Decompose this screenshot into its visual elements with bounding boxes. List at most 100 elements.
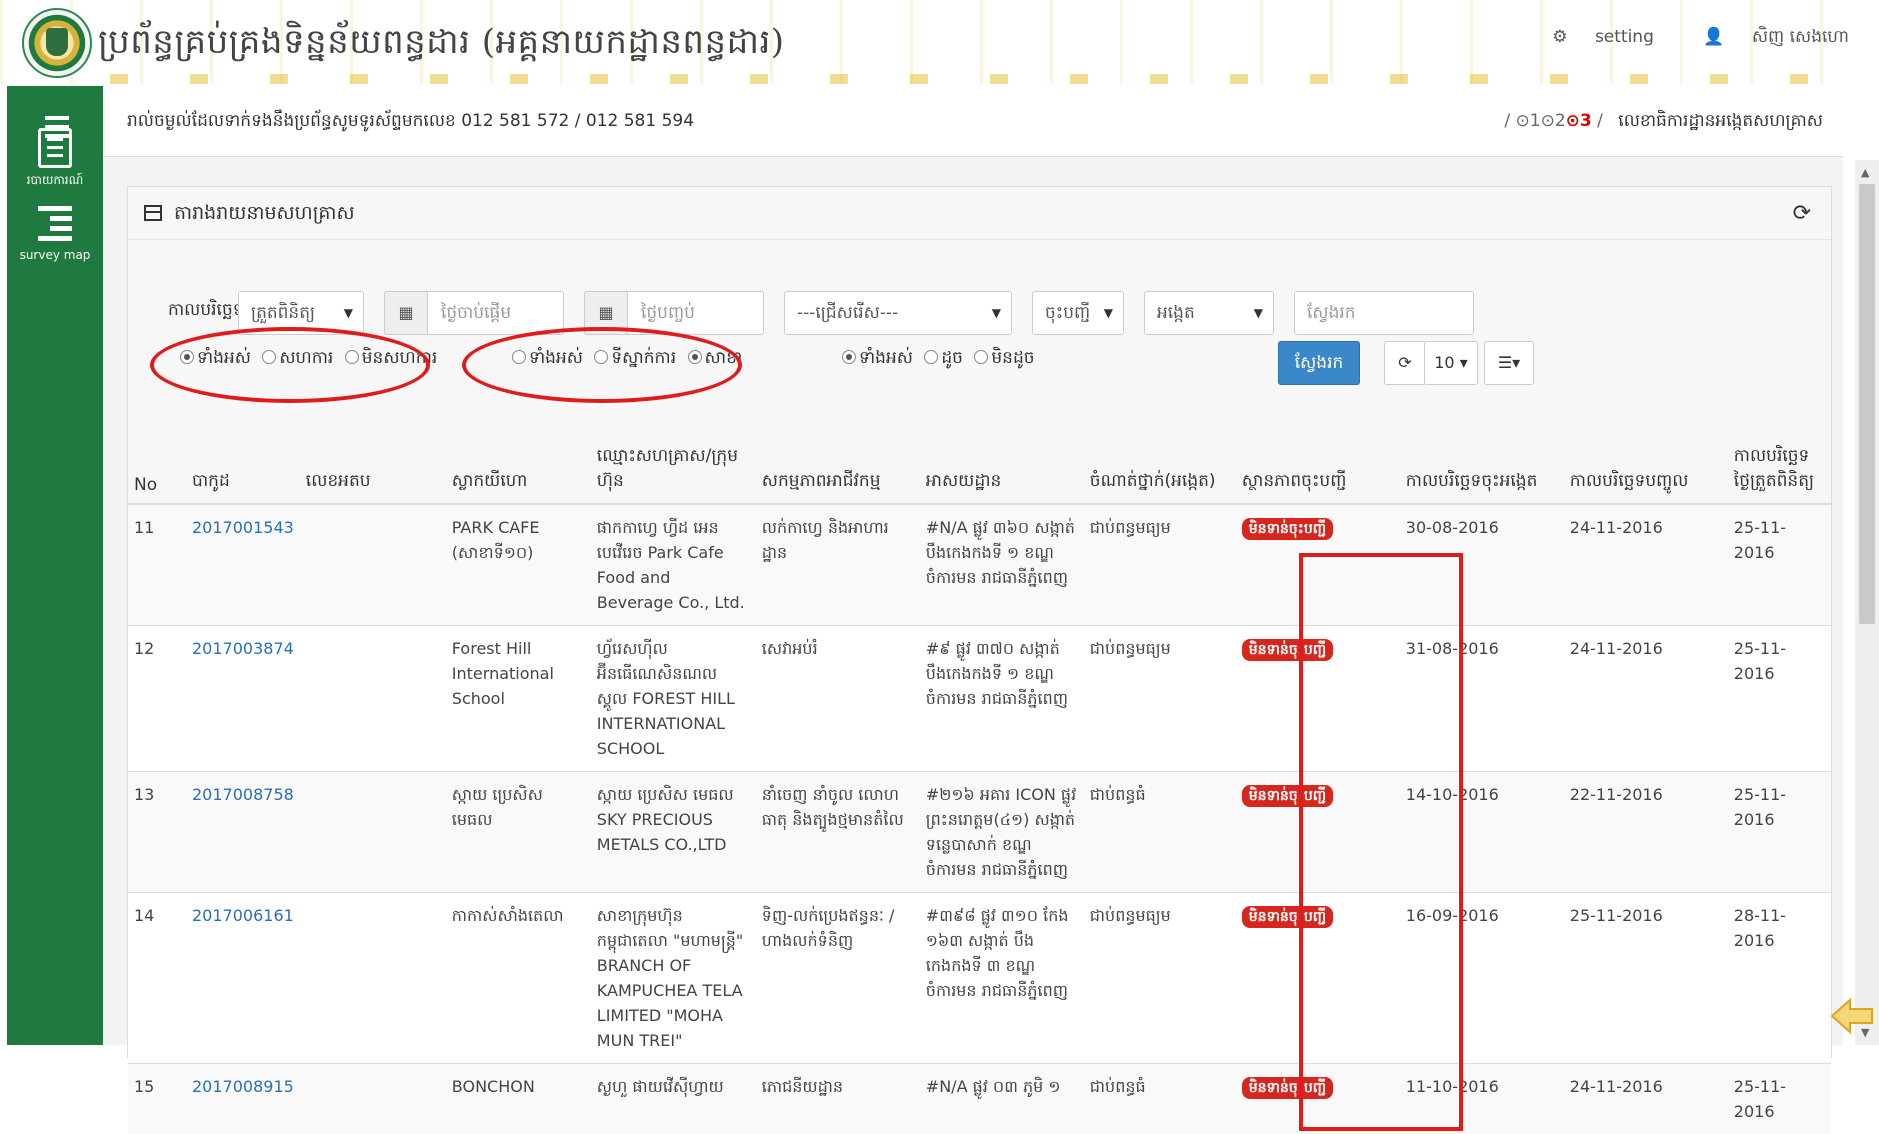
user-menu[interactable]: 👤 សិញ សេងហោ (1681, 27, 1849, 47)
survey-select[interactable]: អង្កេត▼ (1144, 291, 1274, 335)
col-company[interactable]: ឈ្មោះសហគ្រាស/ក្រុមហ៊ុន (591, 439, 756, 504)
cell-activity: លក់កាហ្វេ និងអាហារដ្ឋាន (756, 504, 920, 626)
arrow-left-icon (1830, 996, 1874, 1036)
cell-barcode[interactable]: 2017008758 (186, 772, 300, 893)
cell-company: ផាកកាហ្វេ ហ្វីដ អេន បេវើរេច Park Cafe Fo… (591, 504, 756, 626)
search-button[interactable]: ស្វែងរក (1278, 341, 1360, 385)
col-entry-date[interactable]: កាលបរិច្ឆេទបញ្ចូល (1564, 439, 1728, 504)
cell-check-date: 25-11-2016 (1728, 626, 1831, 772)
cell-brand: BONCHON (446, 1064, 591, 1134)
cell-tin (300, 1064, 446, 1134)
cell-barcode[interactable]: 2017006161 (186, 893, 300, 1064)
columns-toggle-button[interactable]: ☰▾ (1484, 341, 1534, 385)
cell-no: 12 (128, 626, 186, 772)
cell-tin (300, 504, 446, 626)
sidebar-item-label: survey map (7, 248, 103, 262)
cell-address: #N/A ផ្លូវ ០៣ ភូមិ ១ (920, 1064, 1084, 1134)
cell-address: #២១៦ អគារ ICON ផ្លូវ ព្រះនរោត្តម(៤១) សង្… (920, 772, 1084, 893)
breadcrumb: / ⊙1⊙2⊙3 / លេខាធិការដ្ឋានអង្កេតសហគ្រាស (1504, 110, 1823, 135)
sidebar-item-survey-map[interactable]: survey map (7, 204, 103, 262)
cell-address: #៩ ផ្លូវ ៣៧០ សង្កាត់ បឹងកេងកងទី ១ ខណ្ឌ ច… (920, 626, 1084, 772)
col-registration-status[interactable]: ស្ថានភាពចុះបញ្ជី (1236, 439, 1400, 504)
start-date-input[interactable]: ▦ ថ្ងៃចាប់ផ្តើម (384, 291, 564, 335)
cell-check-date: 25-11-2016 (1728, 504, 1831, 626)
col-address[interactable]: អាសយដ្ឋាន (920, 439, 1084, 504)
table-icon (144, 205, 162, 221)
register-status-select[interactable]: ចុះបញ្ជី▼ (1032, 291, 1124, 335)
cell-tin (300, 626, 446, 772)
table-header-row: No បាកូដ លេខអតប ស្លាកយីហោ ឈ្មោះសហគ្រាស/ក… (128, 439, 1831, 504)
col-classification[interactable]: ចំណាត់ថ្នាក់(អង្កេត) (1084, 439, 1236, 504)
table-row[interactable]: 112017001543PARK CAFE (សាខាទី១០)ផាកកាហ្វ… (128, 504, 1831, 626)
cell-address: #N/A ផ្លូវ ៣៦០ សង្កាត់ បឹងកេងកងទី ១ ខណ្ឌ… (920, 504, 1084, 626)
radio-same[interactable] (924, 350, 938, 364)
sidebar-item-label: របាយការណ៍ (7, 172, 103, 190)
status-badge: មិនទាន់ចុះបញ្ជី (1242, 518, 1333, 540)
scroll-up-icon[interactable]: ▲ (1861, 166, 1869, 179)
refresh-icon[interactable]: ⟳ (1793, 201, 1811, 226)
breadcrumb-current[interactable]: លេខាធិការដ្ឋានអង្កេតសហគ្រាស (1618, 111, 1823, 131)
panel-header: តារាងរាយនាមសហគ្រាស ⟳ (128, 187, 1831, 240)
cell-classification: ជាប់ពន្ធមធ្យម (1084, 504, 1236, 626)
table-row[interactable]: 132017008758ស្កាយ ប្រេសិស មេធលស្កាយ ប្រេ… (128, 772, 1831, 893)
cell-no: 14 (128, 893, 186, 1064)
cell-no: 11 (128, 504, 186, 626)
indent-icon (38, 204, 72, 244)
info-bar: រាល់ចម្ងល់ដែលទាក់ទងនឹងប្រព័ន្ធសូមទូរស័ព្… (103, 86, 1843, 157)
cell-company: ស្ងហួ ផាយវើស៊ីហ្វាយ (591, 1064, 756, 1134)
col-survey-date[interactable]: កាលបរិច្ឆេទចុះអង្កេត (1400, 439, 1564, 504)
cell-check-date: 25-11-2016 (1728, 772, 1831, 893)
list-columns-icon: ☰▾ (1498, 353, 1520, 372)
cell-barcode[interactable]: 2017008915 (186, 1064, 300, 1134)
calendar-icon: ▦ (384, 291, 428, 335)
enterprise-table: No បាកូដ លេខអតប ស្លាកយីហោ ឈ្មោះសហគ្រាស/ក… (128, 439, 1831, 1134)
gear-icon: ⚙ (1552, 27, 1567, 47)
page-size-select[interactable]: 10 ▾ (1424, 341, 1478, 385)
annotation-box-status-column (1299, 553, 1463, 1131)
cell-company: សាខាក្រុមហ៊ុន កម្ពុជាតេលា "មហាមន្ត្រី" B… (591, 893, 756, 1064)
cell-check-date: 25-11-2016 (1728, 1064, 1831, 1134)
radio-all[interactable] (842, 350, 856, 364)
col-activity[interactable]: សកម្មភាពអាជីវកម្ម (756, 439, 920, 504)
col-brand[interactable]: ស្លាកយីហោ (446, 439, 591, 504)
cell-entry-date: 22-11-2016 (1564, 772, 1728, 893)
cell-barcode[interactable]: 2017003874 (186, 626, 300, 772)
refresh-table-icon[interactable]: ⟳ (1384, 341, 1426, 385)
sidebar-item-report[interactable]: របាយការណ៍ (7, 128, 103, 190)
cell-activity: សេវាអប់រំ (756, 626, 920, 772)
chevron-down-icon: ▼ (1104, 306, 1113, 320)
cell-company: ហ្វ័រេសហ៊ីល អ៊ីនធើណេសិនណល ស្គូល FOREST H… (591, 626, 756, 772)
cell-check-date: 28-11-2016 (1728, 893, 1831, 1064)
scroll-thumb[interactable] (1859, 184, 1875, 624)
cell-no: 15 (128, 1064, 186, 1134)
main-content: រាល់ចម្ងល់ដែលទាក់ទងនឹងប្រព័ន្ធសូមទូរស័ព្… (103, 86, 1843, 1045)
setting-link[interactable]: ⚙ setting (1530, 27, 1654, 47)
col-tin[interactable]: លេខអតប (300, 439, 446, 504)
cell-tin (300, 772, 446, 893)
table-row[interactable]: 122017003874Forest Hill International Sc… (128, 626, 1831, 772)
match-radio-group: ទាំងអស់ ដូច មិនដូច (836, 347, 1035, 372)
radio-not-same[interactable] (974, 350, 988, 364)
table-row[interactable]: 142017006161កាកាស់សាំងតេលាសាខាក្រុមហ៊ុន … (128, 893, 1831, 1064)
col-no[interactable]: No (128, 439, 186, 504)
cell-entry-date: 25-11-2016 (1564, 893, 1728, 1064)
top-header: ប្រព័ន្ធគ្រប់គ្រងទិន្នន័យពន្ធដារ (អគ្គនា… (0, 0, 1879, 84)
cell-company: ស្កាយ ប្រេសិស មេធល SKY PRECIOUS METALS C… (591, 772, 756, 893)
category-select[interactable]: ---ជ្រើសរើស---▼ (784, 291, 1012, 335)
col-check-date[interactable]: កាលបរិច្ឆេទថ្ងៃត្រួតពិនិត្យ (1728, 439, 1831, 504)
step-indicator: / ⊙1⊙2⊙3 / (1504, 111, 1602, 131)
search-input[interactable]: ស្វែងរក (1294, 291, 1474, 335)
chevron-down-icon: ▼ (344, 306, 353, 320)
cell-classification: ជាប់ពន្ធមធ្យម (1084, 893, 1236, 1064)
vertical-scrollbar[interactable]: ▲ ▼ (1855, 160, 1879, 1045)
cell-barcode[interactable]: 2017001543 (186, 504, 300, 626)
cell-entry-date: 24-11-2016 (1564, 1064, 1728, 1134)
table-row[interactable]: 152017008915BONCHONស្ងហួ ផាយវើស៊ីហ្វាយភោ… (128, 1064, 1831, 1134)
sidebar: របាយការណ៍ survey map (7, 86, 103, 1045)
col-barcode[interactable]: បាកូដ (186, 439, 300, 504)
cell-classification: ជាប់ពន្ធធំ (1084, 772, 1236, 893)
annotation-oval-office-type (462, 327, 742, 403)
cell-entry-date: 24-11-2016 (1564, 626, 1728, 772)
enterprise-list-panel: តារាងរាយនាមសហគ្រាស ⟳ កាលបរិច្ឆេទ : ត្រួត… (127, 186, 1832, 1058)
ministry-logo (22, 8, 92, 78)
